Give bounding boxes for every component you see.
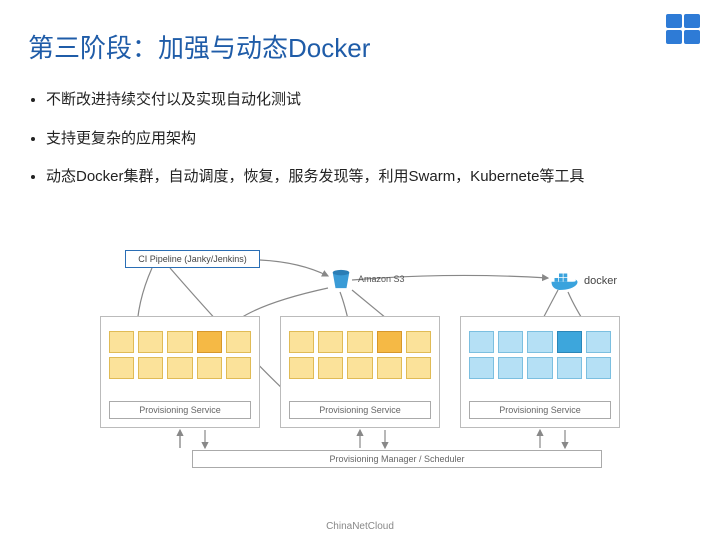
cluster-box: Provisioning Service [280,316,440,428]
bullet-list: 不断改进持续交付以及实现自动化测试 支持更复杂的应用架构 动态Docker集群，… [0,65,720,189]
provisioning-service-label: Provisioning Service [289,401,431,419]
s3-node: Amazon S3 [330,268,352,295]
bucket-icon [330,268,352,290]
footer-brand: ChinaNetCloud [0,521,720,532]
docker-whale-icon [550,270,580,292]
list-item: 支持更复杂的应用架构 [46,128,680,151]
cluster-box: Provisioning Service [100,316,260,428]
architecture-diagram: CI Pipeline (Janky/Jenkins) Amazon S3 do… [100,250,690,500]
cluster-box: Provisioning Service [460,316,620,428]
list-item: 动态Docker集群，自动调度，恢复，服务发现等，利用Swarm，Kuberne… [46,166,680,189]
s3-label: Amazon S3 [358,274,405,284]
provisioning-service-label: Provisioning Service [469,401,611,419]
provisioning-service-label: Provisioning Service [109,401,251,419]
ci-pipeline-box: CI Pipeline (Janky/Jenkins) [125,250,260,268]
docker-node: docker [550,270,617,292]
scheduler-box: Provisioning Manager / Scheduler [192,450,602,468]
page-title: 第三阶段：加强与动态Docker [0,0,720,65]
list-item: 不断改进持续交付以及实现自动化测试 [46,89,680,112]
docker-label: docker [584,275,617,287]
logo-grid-icon [666,14,700,44]
